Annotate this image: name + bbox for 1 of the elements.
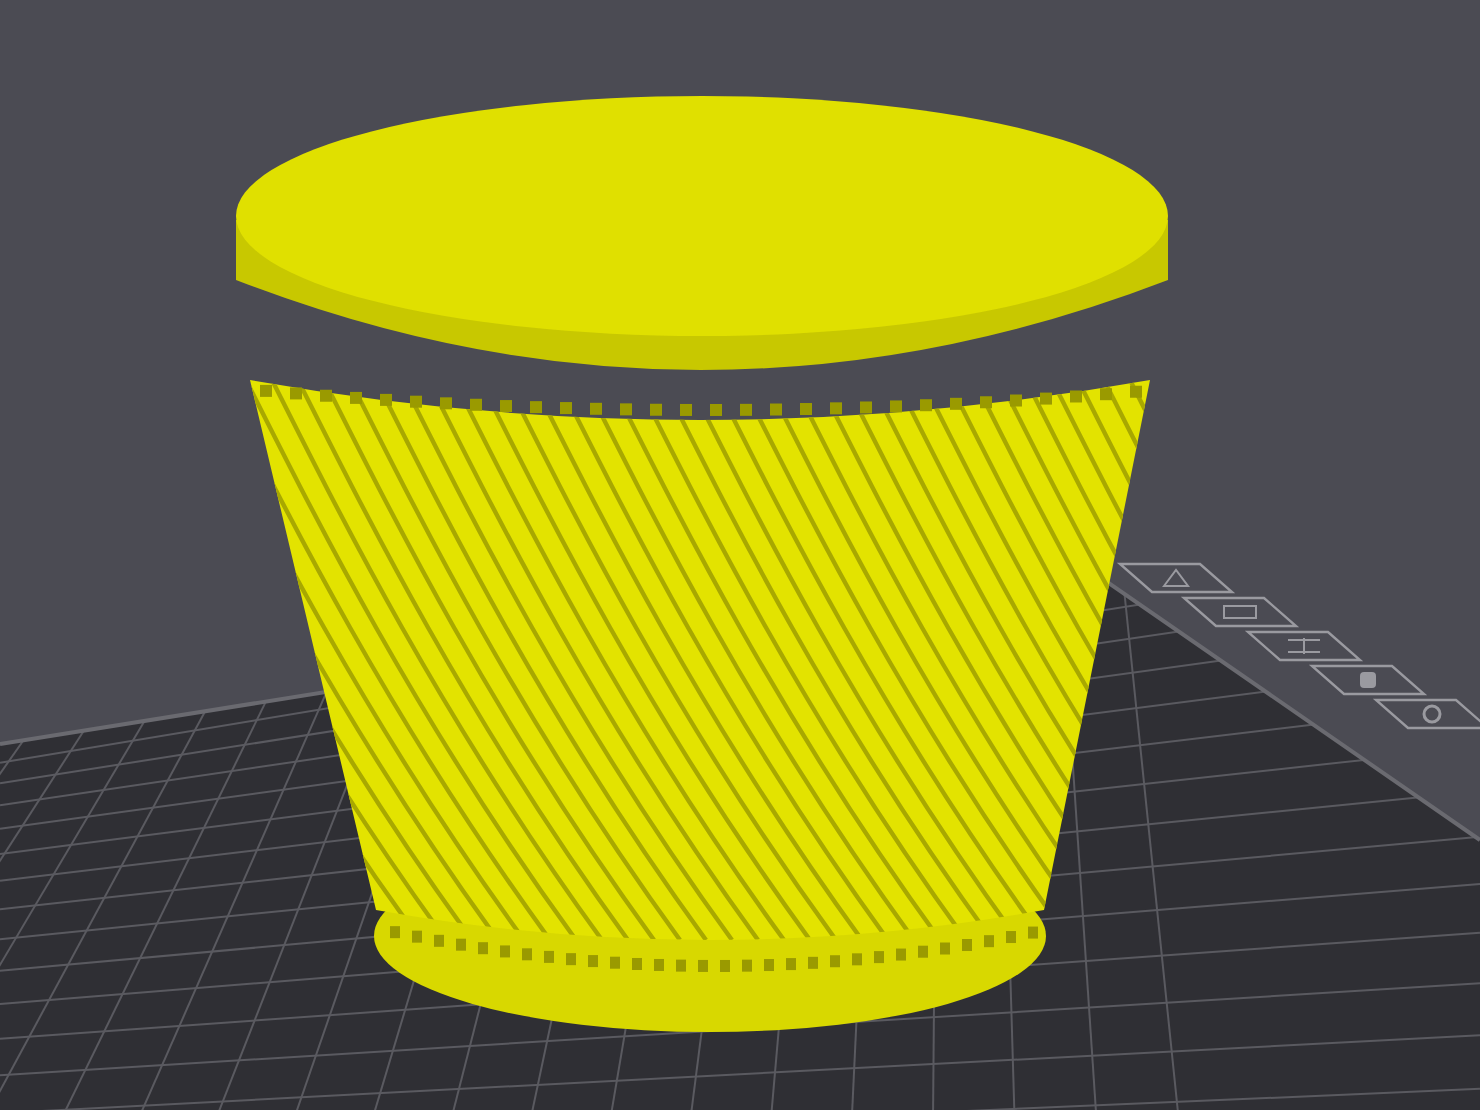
triangle-icon (1116, 562, 1236, 594)
